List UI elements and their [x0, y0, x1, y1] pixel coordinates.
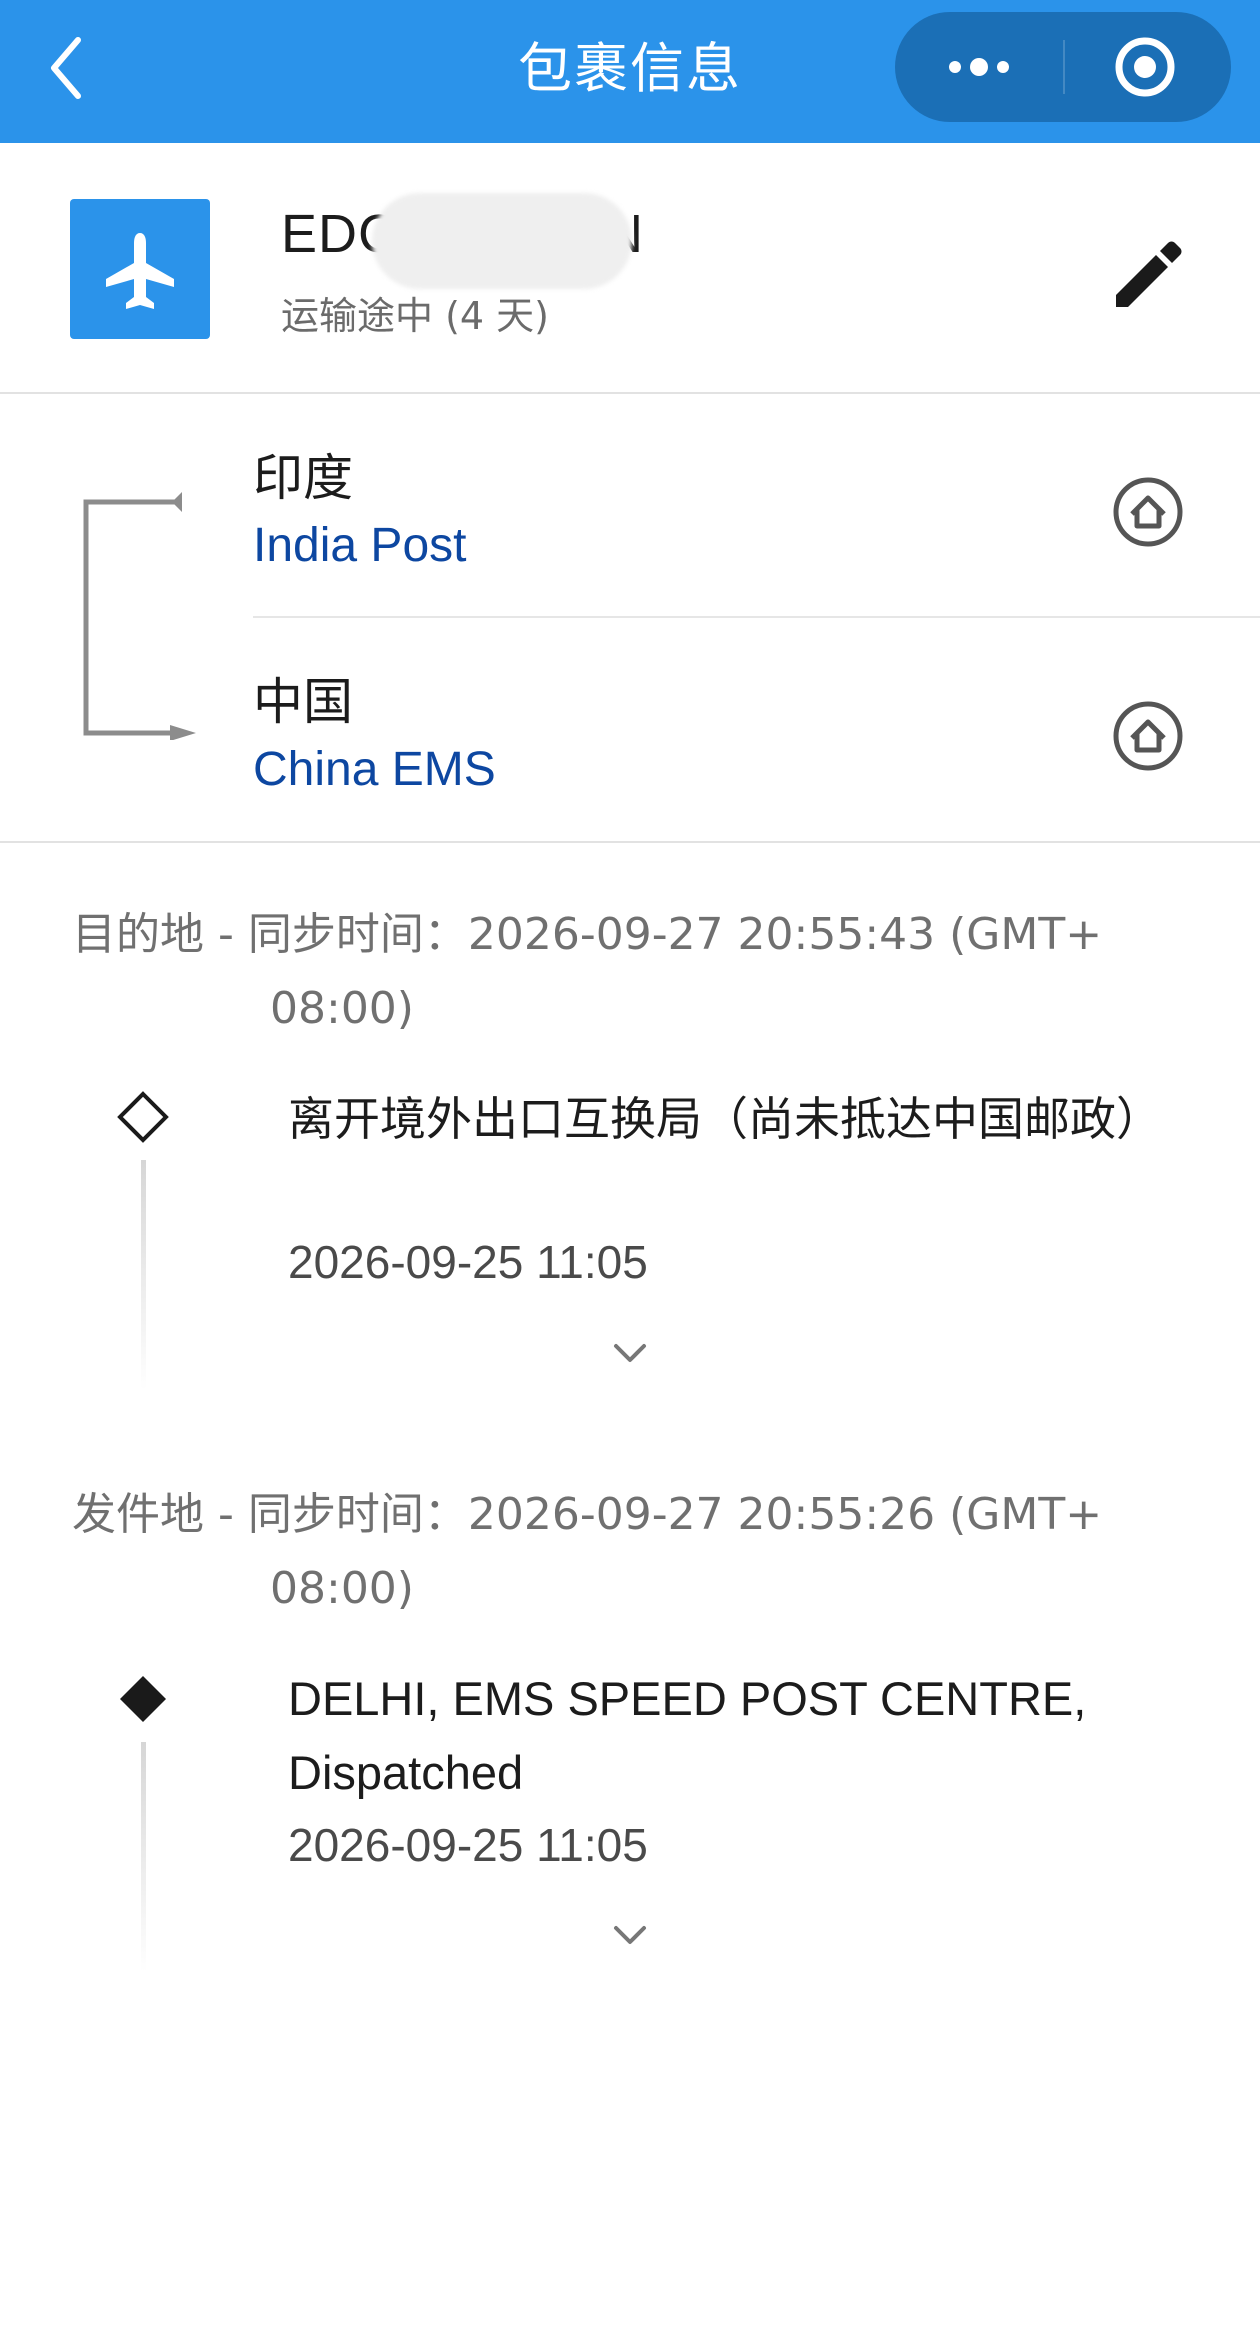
event-time: 2026-09-25 11:05: [288, 1236, 648, 1288]
chevron-left-icon: [51, 37, 81, 99]
route-panel: 印度 India Post 中国 China EMS: [0, 394, 1260, 843]
mini-program-capsule: [895, 12, 1231, 122]
close-miniprogram-button[interactable]: [1065, 12, 1231, 122]
package-summary: EDCIN 运输途中 (4 天): [0, 143, 1260, 394]
route-arrow-icon: [83, 492, 196, 740]
shipping-status: 运输途中 (4 天): [281, 294, 549, 338]
timeline-line: [141, 1742, 146, 1972]
home-icon: [1113, 701, 1183, 771]
filled-diamond-icon: [120, 1676, 166, 1722]
home-icon: [1113, 477, 1183, 547]
transport-badge: [70, 199, 210, 339]
target-circle-icon: [1115, 37, 1175, 97]
origin-country: 印度: [253, 449, 353, 507]
airplane-icon: [106, 233, 174, 309]
chevron-down-icon[interactable]: [610, 1338, 650, 1368]
origin-carrier-home-button[interactable]: [1110, 474, 1186, 550]
destination-carrier[interactable]: China EMS: [253, 742, 496, 797]
more-dots-icon: [949, 58, 1009, 76]
timeline-line: [141, 1160, 146, 1390]
origin-carrier[interactable]: India Post: [253, 518, 466, 573]
route-divider: [253, 616, 1260, 618]
hollow-diamond-icon: [117, 1091, 169, 1143]
event-time: 2026-09-25 11:05: [288, 1819, 648, 1871]
destination-country: 中国: [253, 673, 353, 731]
app-header: 包裹信息: [0, 0, 1260, 143]
more-button[interactable]: [895, 12, 1063, 122]
chevron-down-icon[interactable]: [610, 1920, 650, 1950]
event-description: 离开境外出口互换局（尚未抵达中国邮政）: [288, 1092, 1162, 1146]
back-button[interactable]: [40, 30, 96, 106]
edit-button[interactable]: [1110, 233, 1190, 313]
event-description: DELHI, EMS SPEED POST CENTRE, Dispatched: [288, 1672, 1087, 1799]
origin-sync-label: 发件地 - 同步时间：2026-09-27 20:55:26 (GMT+ 08:…: [72, 1489, 1103, 1614]
destination-sync-label: 目的地 - 同步时间：2026-09-27 20:55:43 (GMT+ 08:…: [72, 909, 1103, 1034]
redaction-mask: [372, 193, 632, 289]
destination-carrier-home-button[interactable]: [1110, 698, 1186, 774]
pencil-icon: [1116, 241, 1182, 307]
